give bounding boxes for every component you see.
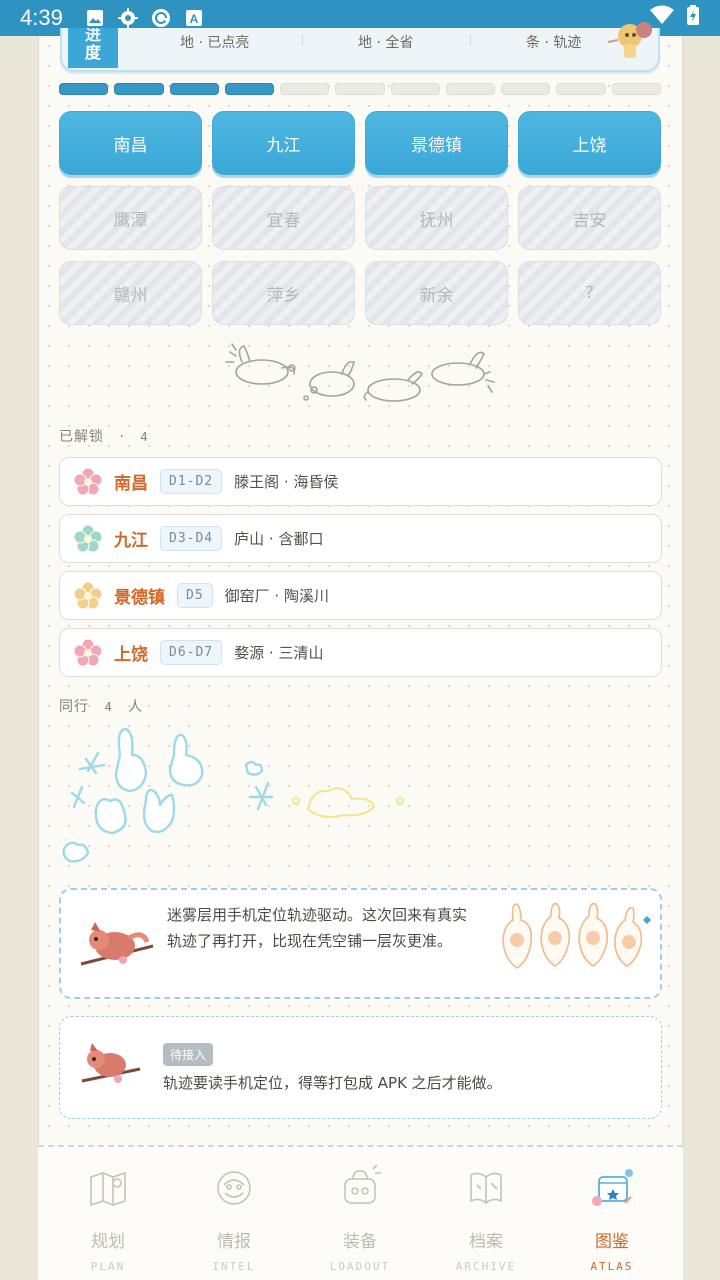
divider xyxy=(470,34,471,46)
city-tile[interactable]: 抚州 xyxy=(365,186,508,250)
fox-riding-icon xyxy=(81,1043,141,1083)
city-tile[interactable]: 萍乡 xyxy=(212,261,355,325)
bag-icon xyxy=(344,1164,381,1204)
map-icon xyxy=(90,1171,126,1207)
city-tile[interactable]: ? xyxy=(518,261,661,325)
unlocked-city-row[interactable]: 九江 D3-D4 庐山 · 含鄱口 xyxy=(59,514,662,563)
flower-icon xyxy=(74,524,102,552)
news-icon xyxy=(217,1171,251,1205)
flower-icon xyxy=(74,638,102,666)
nav-tab-atlas[interactable]: 图鉴 ATLAS xyxy=(549,1157,675,1277)
nav-tab-sublabel: INTEL xyxy=(212,1260,256,1273)
city-tile[interactable]: 吉安 xyxy=(518,186,661,250)
nav-tab-label: 装备 xyxy=(343,1232,377,1252)
progress-tag: 进 度 xyxy=(68,28,118,68)
city-tile[interactable]: 鹰潭 xyxy=(59,186,202,250)
progress-segment xyxy=(556,83,606,95)
unlocked-city-name: 景德镇 xyxy=(114,588,165,608)
unlocked-city-days: D3-D4 xyxy=(160,526,223,551)
unlocked-city-row[interactable]: 上饶 D6-D7 婺源 · 三清山 xyxy=(59,628,662,677)
companions-section-label: 同行 4 人 xyxy=(59,699,144,715)
progress-segment xyxy=(280,83,330,95)
unlocked-city-sights: 庐山 · 含鄱口 xyxy=(234,530,324,548)
nav-tab-sublabel: PLAN xyxy=(90,1260,126,1273)
companions-doodle xyxy=(62,727,404,863)
unlocked-city-name: 南昌 xyxy=(114,474,148,494)
unlocked-city-sights: 御窑厂 · 陶溪川 xyxy=(224,587,329,605)
fog-layer-note: 迷雾层用手机定位轨迹驱动。这次回来有真实轨迹了再打开，比现在凭空铺一层灰更准。 xyxy=(59,888,662,999)
city-tile[interactable]: 九江 xyxy=(212,111,355,175)
unlocked-city-name: 九江 xyxy=(114,531,148,551)
nav-tab-archive[interactable]: 档案 ARCHIVE xyxy=(423,1157,549,1277)
bottom-nav: 规划 PLAN 情报 INTEL 装备 LOADOUT 档案 ARCHIVE 图鉴 ATLAS xyxy=(38,1145,683,1280)
nav-tab-label: 图鉴 xyxy=(595,1232,629,1252)
divider xyxy=(302,34,303,46)
city-tile[interactable]: 上饶 xyxy=(518,111,661,175)
city-tile[interactable]: 南昌 xyxy=(59,111,202,175)
unlocked-city-days: D5 xyxy=(177,583,213,608)
image-icon xyxy=(85,8,105,28)
unlocked-city-sights: 滕王阁 · 海昏侯 xyxy=(234,473,339,491)
progress-province-count: 地 · 全省 xyxy=(358,35,414,51)
pending-integration-note: 待接入 轨迹要读手机定位，得等打包成 APK 之后才能做。 xyxy=(59,1016,662,1119)
progress-segment xyxy=(224,83,275,95)
progress-segment xyxy=(335,83,385,95)
nav-tab-label: 情报 xyxy=(217,1232,251,1252)
progress-lit-count: 地 · 已点亮 xyxy=(180,35,250,51)
nav-tab-label: 档案 xyxy=(469,1232,503,1252)
bunny-group-doodle xyxy=(502,902,651,969)
progress-segment xyxy=(611,83,661,95)
flower-icon xyxy=(74,581,102,609)
pending-badge: 待接入 xyxy=(163,1043,214,1066)
running-bunnies-doodle xyxy=(225,343,495,402)
pending-note-text: 轨迹要读手机定位，得等打包成 APK 之后才能做。 xyxy=(163,1074,502,1092)
keyboard-a-icon: A xyxy=(184,8,204,28)
nav-tab-sublabel: ATLAS xyxy=(590,1260,634,1273)
nav-tab-sublabel: LOADOUT xyxy=(329,1260,391,1273)
fox-on-broom-icon xyxy=(80,922,154,966)
battery-charging-icon xyxy=(686,4,700,32)
unlocked-city-days: D6-D7 xyxy=(160,640,223,665)
status-time: 4:39 xyxy=(20,5,63,30)
unlocked-city-name: 上饶 xyxy=(114,645,148,665)
progress-segment xyxy=(501,83,551,95)
city-tile[interactable]: 景德镇 xyxy=(365,111,508,175)
book-icon xyxy=(470,1172,502,1205)
flower-icon xyxy=(74,467,102,495)
city-tile[interactable]: 宜春 xyxy=(212,186,355,250)
nav-tab-intel[interactable]: 情报 INTEL xyxy=(171,1157,297,1277)
unlocked-city-row[interactable]: 南昌 D1-D2 滕王阁 · 海昏侯 xyxy=(59,457,662,506)
mascot-icon xyxy=(607,22,652,58)
nav-tab-sublabel: ARCHIVE xyxy=(455,1260,517,1273)
progress-segment xyxy=(445,83,496,95)
progress-card: 进 度 地 · 已点亮 地 · 全省 条 · 轨迹 xyxy=(60,22,660,72)
nav-tab-label: 规划 xyxy=(91,1232,125,1252)
nav-tab-plan[interactable]: 规划 PLAN xyxy=(45,1157,171,1277)
progress-track-count: 条 · 轨迹 xyxy=(526,35,582,51)
fog-layer-note-text: 迷雾层用手机定位轨迹驱动。这次回来有真实轨迹了再打开，比现在凭空铺一层灰更准。 xyxy=(167,906,468,950)
atlas-icon xyxy=(592,1169,633,1206)
unlocked-city-days: D1-D2 xyxy=(160,469,223,494)
svg-text:A: A xyxy=(189,12,198,26)
progress-segment xyxy=(169,83,219,95)
progress-segment xyxy=(114,83,164,95)
city-tile[interactable]: 赣州 xyxy=(59,261,202,325)
city-tile[interactable]: 新余 xyxy=(365,261,508,325)
sync-icon xyxy=(151,8,171,28)
unlocked-city-row[interactable]: 景德镇 D5 御窑厂 · 陶溪川 xyxy=(59,571,662,620)
unlocked-section-label: 已解锁 · 4 xyxy=(59,429,149,445)
unlocked-city-sights: 婺源 · 三清山 xyxy=(234,644,324,662)
progress-segments xyxy=(59,83,661,95)
nav-tab-loadout[interactable]: 装备 LOADOUT xyxy=(297,1157,423,1277)
progress-segment xyxy=(59,83,109,95)
settings-icon xyxy=(117,8,138,28)
progress-segment xyxy=(390,83,440,95)
